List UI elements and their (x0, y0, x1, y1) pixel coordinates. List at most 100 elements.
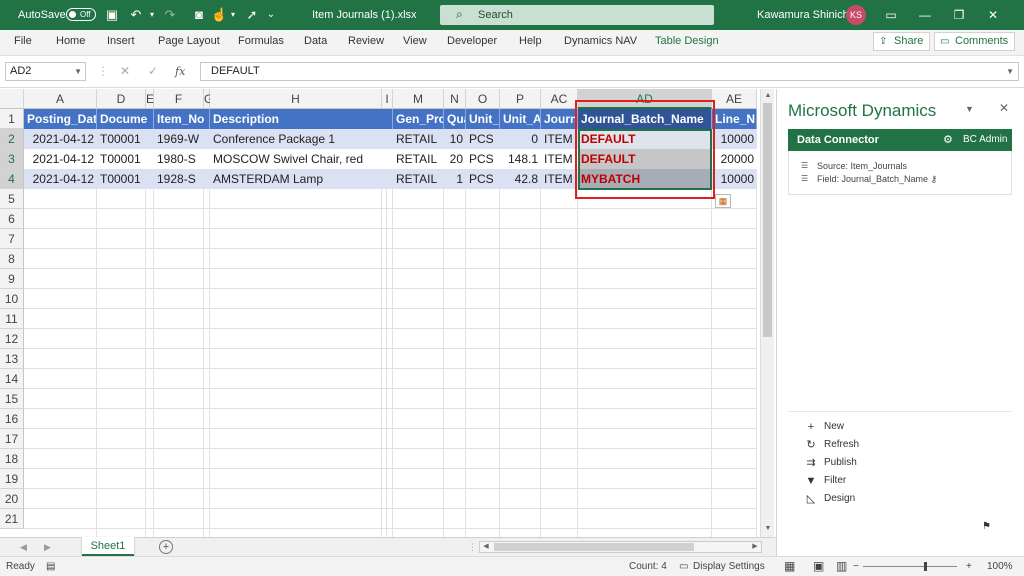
zoom-out-icon[interactable]: − (853, 557, 859, 576)
row-header[interactable]: 5 (0, 189, 24, 209)
row-header[interactable]: 21 (0, 509, 24, 529)
tab-help[interactable]: Help (519, 30, 542, 56)
row-header[interactable]: 9 (0, 269, 24, 289)
table-cell[interactable]: T00001 (97, 129, 154, 149)
row-header[interactable]: 11 (0, 309, 24, 329)
row-header[interactable]: 18 (0, 449, 24, 469)
insert-function-icon[interactable]: fx (175, 62, 185, 81)
row-header[interactable]: 8 (0, 249, 24, 269)
table-cell[interactable]: 1928-S (154, 169, 210, 189)
table-cell[interactable]: PCS (466, 149, 500, 169)
zoom-slider-knob[interactable] (924, 562, 927, 571)
table-cell[interactable]: MOSCOW Swivel Chair, red (210, 149, 393, 169)
tab-view[interactable]: View (403, 30, 427, 56)
row-header[interactable]: 20 (0, 489, 24, 509)
row-header[interactable]: 4 (0, 169, 24, 189)
row-header[interactable]: 1 (0, 109, 24, 129)
table-cell[interactable]: 10000 (712, 169, 757, 189)
tab-home[interactable]: Home (56, 30, 85, 56)
enter-icon[interactable]: ✓ (148, 62, 158, 81)
table-cell[interactable]: 1969-W (154, 129, 210, 149)
column-header-m[interactable]: M (393, 89, 444, 109)
scroll-up-icon[interactable]: ▲ (762, 90, 774, 102)
row-header[interactable]: 15 (0, 389, 24, 409)
display-settings-icon[interactable]: ▭ (679, 557, 688, 576)
name-box[interactable]: AD2 ▼ (5, 62, 86, 81)
column-header-i[interactable]: I (382, 89, 393, 109)
tab-split-handle-icon[interactable]: ⋮ (468, 538, 477, 556)
column-header-h[interactable]: H (210, 89, 382, 109)
table-cell[interactable]: 20 (444, 149, 466, 169)
ribbon-display-icon[interactable]: ▭ (874, 0, 908, 30)
pane-options-icon[interactable]: ▼ (965, 104, 974, 114)
sheet-tab[interactable]: Sheet1 (82, 537, 134, 556)
table-cell[interactable]: Conference Package 1 (210, 129, 393, 149)
drag-handle-icon[interactable]: ⋮ (97, 62, 109, 81)
row-header[interactable]: 7 (0, 229, 24, 249)
tab-insert[interactable]: Insert (107, 30, 135, 56)
table-cell[interactable]: 10 (444, 129, 466, 149)
zoom-in-icon[interactable]: + (966, 557, 972, 576)
table-cell[interactable]: 2021-04-12 (24, 169, 97, 189)
table-cell[interactable]: 148.1 (500, 149, 541, 169)
expand-formula-icon[interactable]: ▼ (1006, 63, 1014, 80)
gear-icon[interactable]: ⚙ (943, 129, 953, 151)
customize-toolbar-icon[interactable]: ⌄ (263, 7, 279, 23)
table-cell[interactable]: 10000 (712, 129, 757, 149)
prev-sheet-icon[interactable]: ◀ (20, 538, 27, 556)
column-header-a[interactable]: A (24, 89, 97, 109)
save-icon[interactable]: ▣ (104, 7, 120, 23)
table-cell[interactable]: PCS (466, 129, 500, 149)
normal-view-icon[interactable]: ▦ (784, 557, 795, 576)
table-cell[interactable]: 42.8 (500, 169, 541, 189)
table-header-cell[interactable]: Journ (541, 109, 578, 129)
table-cell[interactable]: 20000 (712, 149, 757, 169)
tab-developer[interactable]: Developer (447, 30, 497, 56)
row-header[interactable]: 14 (0, 369, 24, 389)
chevron-down-icon[interactable]: ▼ (74, 63, 82, 80)
table-cell[interactable]: ITEM (541, 129, 578, 149)
table-header-cell[interactable]: Item_No (154, 109, 210, 129)
table-cell[interactable]: 2021-04-12 (24, 149, 97, 169)
flag-icon[interactable]: ⚑ (982, 521, 991, 532)
tab-file[interactable]: File (14, 30, 32, 56)
table-cell[interactable]: PCS (466, 169, 500, 189)
table-header-cell[interactable]: Line_N (712, 109, 757, 129)
quick-analysis-icon[interactable]: ▦ (715, 194, 731, 208)
autosave-toggle[interactable]: Off (66, 8, 96, 21)
row-header[interactable]: 13 (0, 349, 24, 369)
row-header[interactable]: 19 (0, 469, 24, 489)
column-header-ac[interactable]: AC (541, 89, 578, 109)
table-header-cell[interactable]: Unit_ (466, 109, 500, 129)
display-settings-label[interactable]: Display Settings (693, 557, 765, 576)
tab-formulas[interactable]: Formulas (238, 30, 284, 56)
next-sheet-icon[interactable]: ▶ (44, 538, 51, 556)
table-header-cell[interactable]: Description (210, 109, 393, 129)
column-header-o[interactable]: O (466, 89, 500, 109)
table-cell[interactable]: AMSTERDAM Lamp (210, 169, 393, 189)
table-header-cell[interactable]: Unit_A (500, 109, 541, 129)
table-header-cell[interactable]: Docume (97, 109, 154, 129)
tab-dynamics-nav[interactable]: Dynamics NAV (564, 30, 637, 56)
table-cell[interactable]: T00001 (97, 169, 154, 189)
table-cell[interactable]: RETAIL (393, 169, 444, 189)
row-header[interactable]: 2 (0, 129, 24, 149)
formula-input[interactable]: DEFAULT ▼ (200, 62, 1019, 81)
table-header-cell[interactable]: Posting_Dat (24, 109, 97, 129)
redo-icon[interactable]: ↷ (162, 7, 178, 23)
close-icon[interactable]: ✕ (976, 0, 1010, 30)
page-break-view-icon[interactable]: ▥ (836, 557, 847, 576)
row-header[interactable]: 3 (0, 149, 24, 169)
pointer-icon[interactable]: ➚ (244, 7, 260, 23)
column-header-p[interactable]: P (500, 89, 541, 109)
table-header-cell[interactable]: Qua (444, 109, 466, 129)
undo-icon[interactable]: ↶ (128, 7, 144, 23)
minimize-icon[interactable]: — (908, 0, 942, 30)
zoom-slider[interactable] (863, 566, 957, 567)
scroll-thumb[interactable] (763, 103, 772, 337)
table-cell[interactable]: 0 (500, 129, 541, 149)
table-header-cell[interactable]: Gen_Pro (393, 109, 444, 129)
column-header-ae[interactable]: AE (712, 89, 757, 109)
zoom-level[interactable]: 100% (987, 557, 1013, 576)
row-header[interactable]: 6 (0, 209, 24, 229)
